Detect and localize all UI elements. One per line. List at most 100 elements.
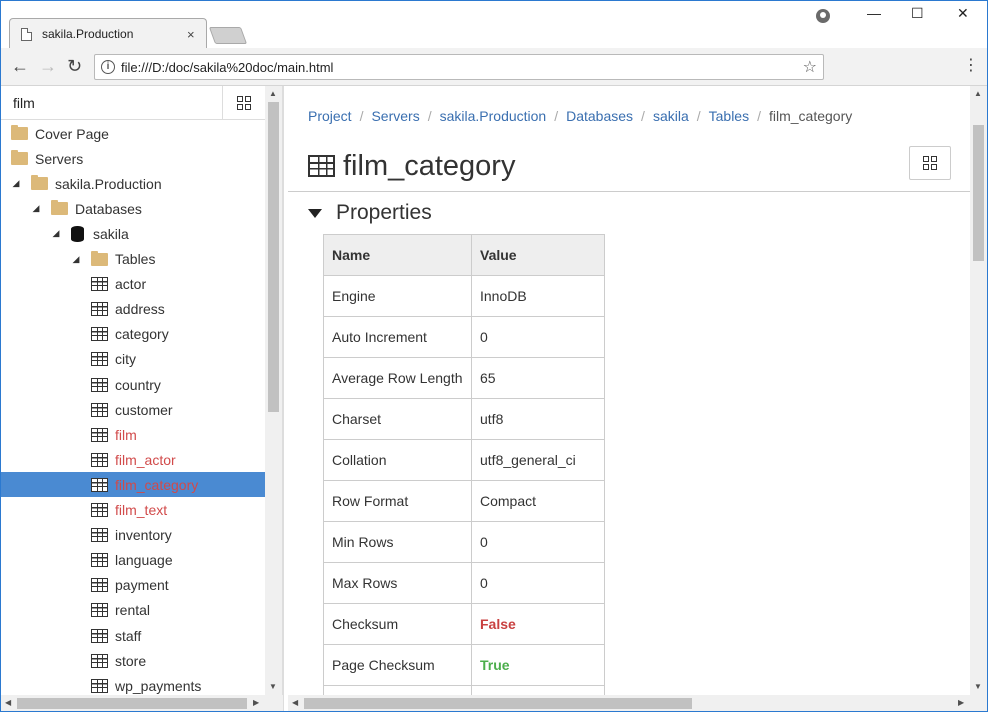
close-window-button[interactable]: ✕	[957, 5, 969, 22]
property-value: 0	[471, 316, 605, 358]
tree-item[interactable]: ◢ sakila.Production	[1, 171, 265, 196]
content-panel: Project / Servers / sakila.Production / Databa…	[288, 86, 970, 695]
maximize-button[interactable]: ☐	[911, 5, 924, 22]
tree-search	[1, 86, 265, 120]
info-icon[interactable]: i	[101, 60, 115, 74]
scroll-up-icon[interactable]: ▲	[269, 89, 277, 98]
property-name: Row Format	[323, 480, 472, 522]
url-text[interactable]: file:///D:/doc/sakila%20doc/main.html	[121, 60, 333, 75]
scroll-up-icon[interactable]: ▲	[974, 89, 982, 98]
tree-horizontal-scrollbar[interactable]: ◀ ▶	[1, 695, 265, 711]
breadcrumb-separator: /	[757, 108, 761, 124]
breadcrumb-link[interactable]: Servers	[371, 108, 419, 124]
tree-item-label: Servers	[35, 150, 84, 167]
tree-item-label: inventory	[115, 527, 172, 544]
content-scroll-thumb[interactable]	[973, 125, 984, 261]
property-value: utf8_general_ci	[471, 439, 605, 481]
tree-item[interactable]: ◢ sakila	[1, 221, 265, 246]
content-hscroll-thumb[interactable]	[304, 698, 692, 709]
properties-section-header[interactable]: Properties	[308, 201, 432, 225]
table-row: Checksum False	[323, 603, 605, 645]
scroll-left-icon[interactable]: ◀	[292, 698, 298, 707]
new-tab-button[interactable]	[208, 27, 248, 44]
tree-item[interactable]: Cover Page	[1, 121, 265, 146]
property-name: Page Checksum	[323, 644, 472, 686]
browser-menu-icon[interactable]: ⋮	[963, 57, 979, 75]
folder-icon	[11, 125, 28, 140]
content-vertical-scrollbar[interactable]: ▲ ▼	[970, 86, 987, 695]
table-icon	[91, 327, 108, 342]
tree-item[interactable]: address	[1, 297, 265, 322]
tree-item[interactable]: rental	[1, 598, 265, 623]
collapse-arrow-icon[interactable]: ◢	[51, 228, 61, 239]
navigation-panel: Cover Page Servers ◢ sakila.Production ◢ Data…	[1, 86, 283, 695]
tree-item[interactable]: Servers	[1, 146, 265, 171]
scroll-right-icon[interactable]: ▶	[958, 698, 964, 707]
tree-item-label: film	[115, 426, 137, 443]
scroll-down-icon[interactable]: ▼	[269, 682, 277, 691]
user-profile-icon[interactable]	[816, 9, 830, 23]
layout-toggle-button[interactable]	[909, 146, 951, 180]
tree-item[interactable]: country	[1, 372, 265, 397]
collapse-arrow-icon[interactable]: ◢	[11, 178, 21, 189]
tree-item[interactable]: city	[1, 347, 265, 372]
tree-item[interactable]: store	[1, 648, 265, 673]
collapse-arrow-icon[interactable]: ◢	[71, 254, 81, 265]
tree-search-input[interactable]	[5, 90, 221, 116]
tree-item[interactable]: actor	[1, 272, 265, 297]
collapse-arrow-icon[interactable]: ◢	[31, 203, 41, 214]
tree-item[interactable]: inventory	[1, 523, 265, 548]
property-value: True	[471, 644, 605, 686]
reload-button[interactable]: ↻	[67, 56, 82, 76]
table-icon	[91, 678, 108, 693]
tree-vertical-scrollbar[interactable]: ▲ ▼	[265, 86, 282, 695]
breadcrumb-link[interactable]: sakila	[653, 108, 689, 124]
database-icon	[71, 225, 84, 242]
breadcrumb-link[interactable]: Project	[308, 108, 352, 124]
tree-item[interactable]: customer	[1, 397, 265, 422]
tree-grid-button[interactable]	[222, 86, 265, 120]
folder-icon	[31, 175, 48, 191]
grid-icon	[923, 156, 937, 170]
tree-item[interactable]: category	[1, 322, 265, 347]
bookmark-star-icon[interactable]: ☆	[803, 57, 817, 77]
table-icon	[91, 477, 108, 492]
tree-item[interactable]: ◢ Databases	[1, 196, 265, 221]
tree-item[interactable]: film_actor	[1, 447, 265, 472]
address-bar[interactable]: i file:///D:/doc/sakila%20doc/main.html …	[94, 54, 824, 80]
collapse-triangle-icon[interactable]	[308, 208, 322, 218]
tree-item[interactable]: film_category	[1, 472, 265, 498]
table-icon	[91, 302, 108, 317]
property-name: Min Rows	[323, 521, 472, 563]
property-name: Engine	[323, 275, 472, 317]
property-value	[471, 685, 605, 695]
tree-item-label: film_actor	[115, 451, 176, 468]
tree-item[interactable]: language	[1, 548, 265, 573]
tab-close-button[interactable]: ×	[187, 27, 195, 42]
scroll-right-icon[interactable]: ▶	[253, 698, 259, 707]
table-row: Row Format Compact	[323, 480, 605, 522]
tree-item[interactable]: payment	[1, 573, 265, 598]
forward-button[interactable]: →	[39, 56, 57, 76]
scroll-left-icon[interactable]: ◀	[5, 698, 11, 707]
back-button[interactable]: ←	[11, 56, 29, 76]
tree-item-label: rental	[115, 602, 151, 619]
tree-item[interactable]: ◢ Tables	[1, 247, 265, 272]
tree-item[interactable]: film	[1, 422, 265, 447]
content-horizontal-scrollbar[interactable]: ◀ ▶	[288, 695, 970, 711]
scroll-corner	[970, 695, 987, 711]
tree-item-label: staff	[115, 627, 142, 644]
breadcrumb-link[interactable]: sakila.Production	[440, 108, 547, 124]
tree-item[interactable]: wp_payments	[1, 673, 265, 695]
table-icon	[91, 377, 108, 392]
property-value: Compact	[471, 480, 605, 522]
tree-scroll-thumb[interactable]	[268, 102, 279, 412]
tree-item[interactable]: film_text	[1, 498, 265, 523]
scroll-down-icon[interactable]: ▼	[974, 682, 982, 691]
minimize-button[interactable]: —	[867, 5, 881, 21]
breadcrumb-link[interactable]: Tables	[709, 108, 749, 124]
breadcrumb-link[interactable]: Databases	[566, 108, 633, 124]
tree-item[interactable]: staff	[1, 623, 265, 648]
tree-item-label: Databases	[75, 200, 142, 217]
tree-hscroll-thumb[interactable]	[17, 698, 247, 709]
